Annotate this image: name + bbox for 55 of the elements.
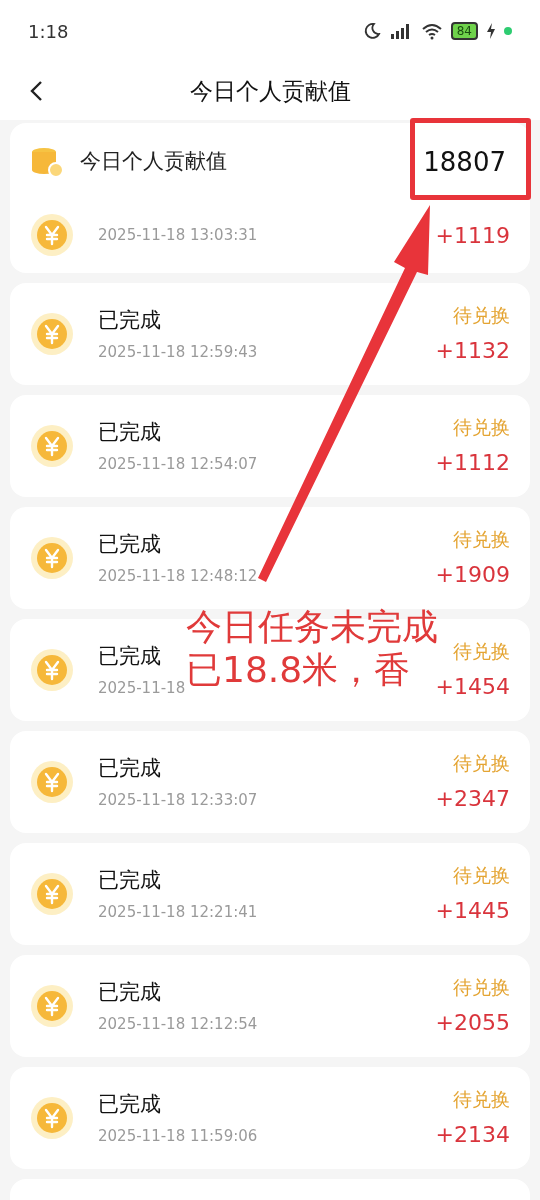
- moon-icon: [362, 22, 381, 40]
- wifi-icon: [420, 22, 443, 40]
- charging-bolt-icon: [486, 23, 496, 39]
- yen-coin-icon: [30, 213, 74, 257]
- record-time: 2025-11-18 12:12:54: [98, 1013, 258, 1035]
- record-time: 2025-11-18 12:54:07: [98, 453, 258, 475]
- record-amount: +1132: [435, 336, 510, 365]
- record-amount: +1119: [435, 221, 510, 250]
- record-time: 2025-11-18 13:03:31: [98, 224, 258, 246]
- yen-coin-icon: [30, 424, 74, 468]
- record-time: 2025-11-18 11:59:06: [98, 1125, 258, 1147]
- record-time: 2025-11-18 12:59:43: [98, 341, 258, 363]
- battery-indicator: 84: [450, 22, 478, 40]
- page-title: 今日个人贡献值: [189, 76, 351, 106]
- record-title: 已完成: [98, 531, 161, 558]
- record-time: 2025-11-18 12:21:41: [98, 901, 258, 923]
- record-title: 已完成: [98, 979, 161, 1006]
- record-title: 已完成: [98, 643, 161, 670]
- yen-coin-icon: [30, 1096, 74, 1140]
- status-label: 待兑换: [453, 639, 510, 665]
- status-label: 待兑换: [453, 415, 510, 441]
- yen-coin-icon: [30, 648, 74, 692]
- record-title: 已完成: [98, 1091, 161, 1118]
- yen-coin-icon: [30, 984, 74, 1028]
- record-time: 2025-11-18 12:48:12: [98, 565, 258, 587]
- annotation-text: 今日任务未完成: [186, 605, 438, 649]
- summary-label: 今日个人贡献值: [80, 148, 228, 176]
- record-time: 2025-11-18 12:33:07: [98, 789, 258, 811]
- summary-value: 18807: [423, 145, 507, 179]
- status-label: 待兑换: [453, 863, 510, 889]
- yen-coin-icon: [30, 536, 74, 580]
- yen-coin-icon: [30, 872, 74, 916]
- status-label: 待兑换: [453, 303, 510, 329]
- record-title: 已完成: [98, 307, 161, 334]
- yen-coin-icon: [30, 760, 74, 804]
- record-amount: +2134: [435, 1120, 510, 1149]
- yen-coin-icon: [30, 312, 74, 356]
- record-title: 已完成: [98, 419, 161, 446]
- status-dot-icon: [504, 27, 512, 35]
- status-label: 待兑换: [453, 527, 510, 553]
- status-time: 1:18: [28, 19, 69, 44]
- record-amount: +1909: [435, 560, 510, 589]
- record-amount: +2055: [435, 1008, 510, 1037]
- status-label: 待兑换: [453, 1087, 510, 1113]
- record-title: 已完成: [98, 755, 161, 782]
- status-label: 待兑换: [453, 751, 510, 777]
- record-title: 已完成: [98, 867, 161, 894]
- record-time: 2025-11-18: [98, 677, 186, 699]
- coin-stack-icon: [30, 146, 64, 178]
- status-label: 待兑换: [453, 975, 510, 1001]
- record-amount: +1454: [435, 672, 510, 701]
- record-amount: +2347: [435, 784, 510, 813]
- record-amount: +1445: [435, 896, 510, 925]
- annotation-text: 已18.8米，香: [186, 648, 412, 692]
- record-amount: +1112: [435, 448, 510, 477]
